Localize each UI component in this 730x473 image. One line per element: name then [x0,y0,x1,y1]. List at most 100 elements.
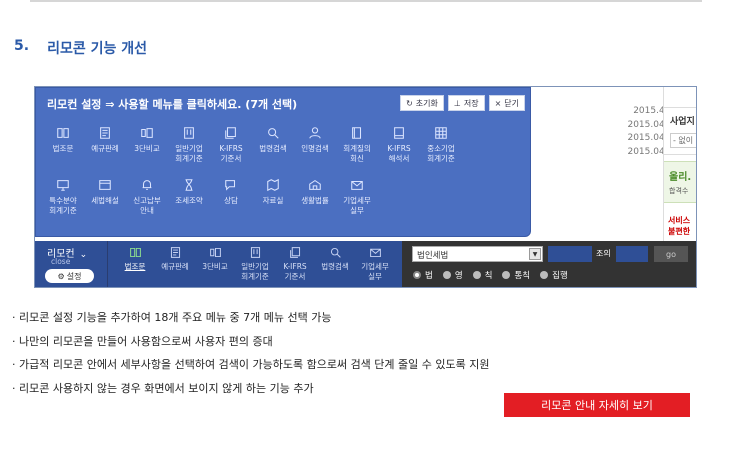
book-icon [129,247,141,258]
radio-decree[interactable]: 영 [442,269,463,281]
menu-item[interactable]: K-IFRS 기준서 [210,126,252,178]
bar-menu-label: 법조문 [124,262,146,271]
bar-menu-label: 기업세무 실무 [361,262,389,281]
menu-item-label: 상담 [224,196,238,205]
docs-icon [289,247,300,258]
radio-exec[interactable]: 집행 [540,269,568,281]
menu-item[interactable]: 일반기업 회계기준 [168,126,210,178]
panel-title: 리모컨 설정 ⇒ 사용할 메뉴를 클릭하세요. (7개 선택) [47,98,298,111]
menu-item[interactable]: 중소기업 회계기준 [420,126,462,178]
menu-item-label: 기업세무 실무 [343,196,371,215]
section-number: 5. [14,38,30,54]
bar-menu-label: 3단비교 [202,262,228,271]
close-icon: × [494,98,502,108]
gear-icon: ⚙ [57,271,65,281]
doc2-icon [184,127,194,139]
menu-item-label: K-IFRS 기준서 [219,144,243,163]
remote-settings-panel: 리모컨 설정 ⇒ 사용할 메뉴를 클릭하세요. (7개 선택) ↻ 초기화 ⊥ 저장… [35,87,531,237]
menu-item[interactable]: 기업세무 실무 [336,178,378,230]
menu-item[interactable]: 회계질의 회신 [336,126,378,178]
menu-item[interactable]: 특수분야 회계기준 [42,178,84,230]
menu-item[interactable]: 법조문 [42,126,84,178]
menu-item[interactable]: K-IFRS 해석서 [378,126,420,178]
menu-item[interactable]: 조세조약 [168,178,210,230]
menu-item-label: 신고납부 안내 [133,196,161,215]
bar-menu-item[interactable]: K-IFRS 기준서 [275,246,315,281]
menu-item-label: K-IFRS 해석서 [387,144,411,163]
menu-item-label: 특수분야 회계기준 [49,196,77,215]
menu-item[interactable]: 법령검색 [252,126,294,178]
menu-item[interactable]: 신고납부 안내 [126,178,168,230]
search-input-2[interactable] [616,246,648,262]
reset-button[interactable]: ↻ 초기화 [400,95,444,111]
menu-item[interactable]: 세법해설 [84,178,126,230]
search-input-1[interactable] [548,246,592,262]
remote-bar: 리모컨 ⌄ close ⚙ 설정 법조문 예규판례 3단비교 일반기업 회계기준 K-IFR… [35,241,696,287]
radio-law[interactable]: 법 [413,269,433,281]
bar-menu-item[interactable]: 법령검색 [315,246,355,281]
radio-group: 법 영 칙 통칙 집행 [413,269,568,281]
chevron-down-icon: ⌄ [79,250,88,260]
menu-grid: 법조문 예규판례 3단비교 일반기업 회계기준 K-IFRS 기준서 법령검색 인명검색 회계… [42,126,512,230]
settings-button[interactable]: ⚙ 설정 [45,269,94,283]
close-button[interactable]: × 닫기 [488,95,525,111]
top-divider [30,0,702,2]
law-select[interactable]: 법인세법 ▼ [412,246,543,262]
map-icon [267,178,279,192]
menu-item[interactable]: 상담 [210,178,252,230]
remote-guide-button[interactable]: 리모콘 안내 자세히 보기 [504,393,690,417]
compare-icon [141,128,153,138]
menu-item-label: 회계질의 회신 [343,144,371,163]
menu-item[interactable]: 자료실 [252,178,294,230]
menu-item-label: 인명검색 [301,144,329,153]
house-icon [309,179,321,190]
close-text[interactable]: close [51,257,70,266]
doc-icon [170,247,180,258]
dropdown-arrow-icon: ▼ [529,248,541,260]
bar-menu-item[interactable]: 3단비교 [195,246,235,281]
book-icon [57,128,69,138]
section-heading: 리모콘 기능 개선 [47,41,147,57]
radio-basic[interactable]: 통칙 [502,269,530,281]
menu-item-label: 예규판례 [91,144,119,153]
section-title: 5. 리모콘 기능 개선 [14,38,147,58]
mail-icon [369,248,381,258]
bullet-3: · 가급적 리모콘 안에서 세부사항을 선택하여 검색이 가능하도록 함으로써 … [12,358,490,371]
background-sidebar: 사업지 - 없이 올리. 합격수 서비스 불편한 [663,87,696,242]
menu-item-label: 세법해설 [91,196,119,205]
refresh-icon: ↻ [406,98,413,108]
menu-item-label: 법조문 [52,144,74,153]
radio-rule[interactable]: 칙 [472,269,492,281]
doc-icon [100,127,110,139]
go-button[interactable]: go [654,246,688,262]
docs-icon [225,127,236,139]
menu-item[interactable]: 인명검색 [294,126,336,178]
menu-item-label: 조세조약 [175,196,203,205]
save-button[interactable]: ⊥ 저장 [447,95,485,111]
menu-item-label: 자료실 [262,196,284,205]
service-box: 서비스 불편한 [668,216,691,236]
bar-menu-item[interactable]: 예규판례 [155,246,195,281]
search-icon [268,128,279,139]
search-icon [330,247,341,258]
menu-item[interactable]: 예규판례 [84,126,126,178]
bell-icon [142,180,152,190]
menu-item[interactable]: 3단비교 [126,126,168,178]
compare-icon [209,247,221,258]
bar-menu-label: 예규판례 [161,262,189,271]
article-label: 조의 [596,249,611,258]
menu-item-label: 3단비교 [134,144,160,153]
remote-screenshot: 2015.4.14 2015.04.16 2015.04.16 2015.04.… [34,86,697,288]
bar-menu-item[interactable]: 기업세무 실무 [355,246,395,281]
bar-menu-label: 일반기업 회계기준 [241,262,269,281]
menu-item[interactable]: 생활법률 [294,178,336,230]
book2-icon [352,127,362,139]
grid-icon [435,127,447,139]
bar-menu-item[interactable]: 일반기업 회계기준 [235,246,275,281]
menu-item-label: 법령검색 [259,144,287,153]
person-icon [309,127,321,139]
doc2-icon [250,247,260,258]
bar-menu-item[interactable]: 법조문 [115,246,155,281]
chat-icon [225,180,236,191]
menu-item-label: 일반기업 회계기준 [175,144,203,163]
